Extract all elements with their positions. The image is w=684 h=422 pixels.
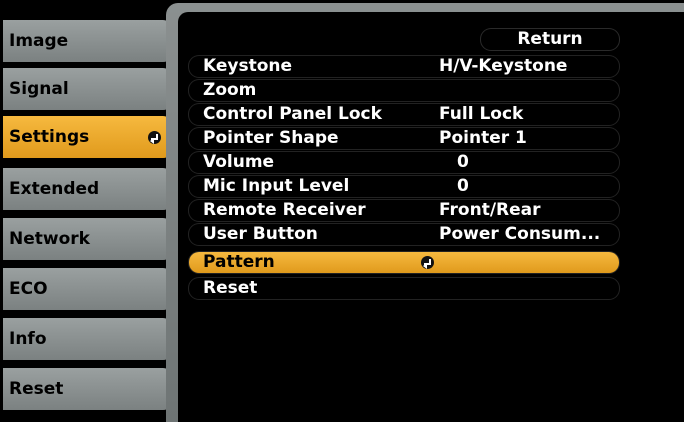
menu-row-zoom[interactable]: Zoom: [189, 80, 619, 101]
menu-row-label: Control Panel Lock: [203, 104, 382, 124]
menu-row-volume[interactable]: Volume 0: [189, 152, 619, 173]
menu-row-value: 0: [457, 152, 469, 172]
menu-row-label: Mic Input Level: [203, 176, 350, 196]
sidebar-item-settings[interactable]: Settings: [3, 116, 173, 158]
menu-row-value: Front/Rear: [439, 200, 541, 220]
menu-row-keystone[interactable]: Keystone H/V-Keystone: [189, 56, 619, 77]
sidebar-item-label: Image: [9, 31, 69, 51]
menu-row-label: Pointer Shape: [203, 128, 339, 148]
menu-row-label: User Button: [203, 224, 318, 244]
sidebar-item-reset[interactable]: Reset: [3, 368, 173, 410]
menu-row-value: H/V-Keystone: [439, 56, 568, 76]
menu-row-label: Pattern: [203, 252, 275, 272]
sidebar-item-label: Reset: [9, 379, 64, 399]
sidebar-item-label: Info: [9, 329, 47, 349]
menu-row-label: Remote Receiver: [203, 200, 366, 220]
menu-row-label: Keystone: [203, 56, 293, 76]
menu-row-value: 0: [457, 176, 469, 196]
sidebar-item-label: Settings: [9, 127, 90, 147]
menu-row-pattern[interactable]: Pattern: [189, 252, 619, 273]
menu-row-value: Full Lock: [439, 104, 524, 124]
sidebar-item-label: Network: [9, 229, 90, 249]
sidebar-item-label: Extended: [9, 179, 100, 199]
sidebar-item-info[interactable]: Info: [3, 318, 173, 360]
return-button[interactable]: Return: [481, 29, 619, 50]
menu-row-value: Pointer 1: [439, 128, 527, 148]
settings-sidebar: Image Signal Settings Extended Network E…: [0, 0, 178, 422]
enter-icon: [148, 131, 161, 144]
sidebar-item-extended[interactable]: Extended: [3, 168, 173, 210]
menu-row-user-button[interactable]: User Button Power Consum...: [189, 224, 619, 245]
sidebar-item-network[interactable]: Network: [3, 218, 173, 260]
sidebar-item-image[interactable]: Image: [3, 20, 173, 62]
menu-row-label: Reset: [203, 278, 258, 298]
enter-icon: [421, 256, 434, 269]
menu-row-mic-input-level[interactable]: Mic Input Level 0: [189, 176, 619, 197]
menu-row-reset[interactable]: Reset: [189, 278, 619, 299]
sidebar-item-label: Signal: [9, 79, 69, 99]
menu-row-pointer-shape[interactable]: Pointer Shape Pointer 1: [189, 128, 619, 149]
menu-row-remote-receiver[interactable]: Remote Receiver Front/Rear: [189, 200, 619, 221]
sidebar-item-eco[interactable]: ECO: [3, 268, 173, 310]
sidebar-item-signal[interactable]: Signal: [3, 68, 173, 110]
sidebar-item-label: ECO: [9, 279, 48, 299]
menu-row-control-panel-lock[interactable]: Control Panel Lock Full Lock: [189, 104, 619, 125]
menu-row-label: Zoom: [203, 80, 257, 100]
menu-row-value: Power Consum...: [439, 224, 601, 244]
menu-row-label: Volume: [203, 152, 275, 172]
